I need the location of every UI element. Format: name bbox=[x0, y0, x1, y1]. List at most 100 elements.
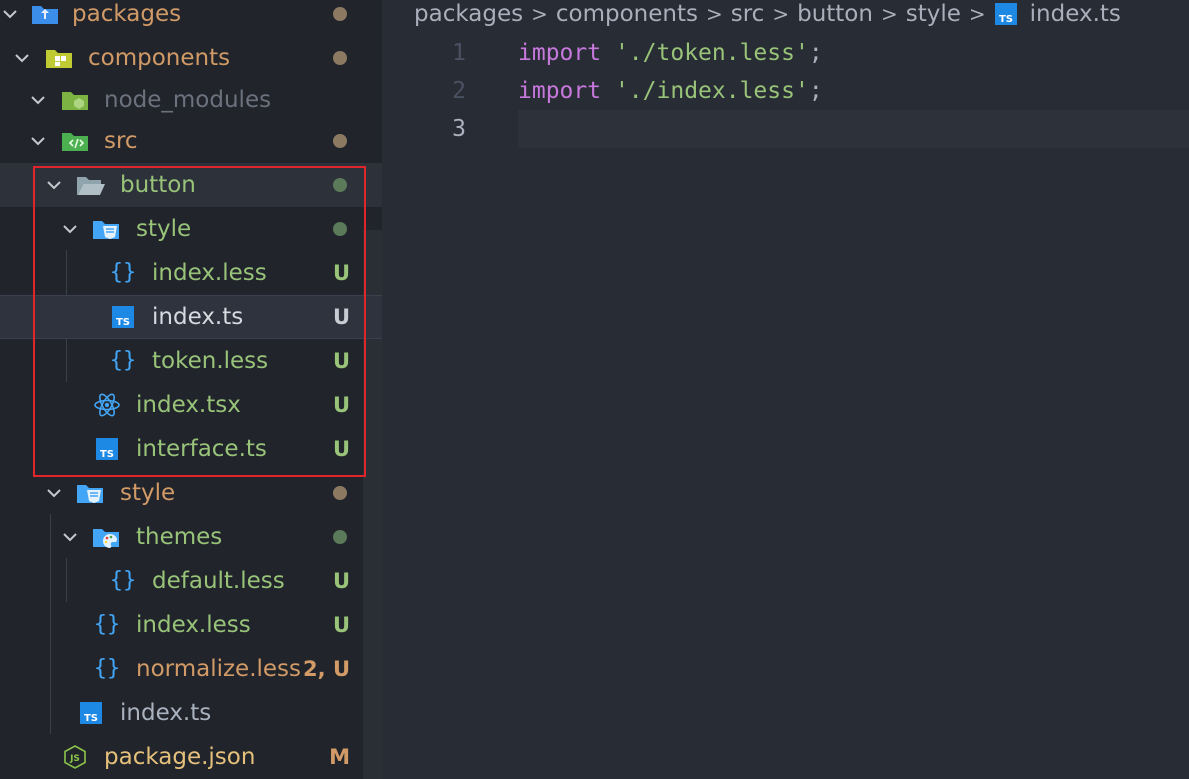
svg-text:JS: JS bbox=[69, 754, 80, 764]
folder-open-gray-icon bbox=[74, 163, 108, 207]
folder-style-icon bbox=[90, 207, 124, 251]
line-number: 2 bbox=[452, 78, 466, 104]
typescript-icon: TS bbox=[106, 295, 140, 339]
tree-row-label: normalize.less bbox=[136, 656, 302, 682]
code-string: './index.less' bbox=[614, 78, 809, 104]
braces-icon: {} bbox=[93, 656, 121, 681]
tree-row-packages[interactable]: packages bbox=[0, 0, 382, 36]
svg-text:TS: TS bbox=[999, 14, 1013, 25]
modified-dot-icon bbox=[333, 486, 347, 500]
code-keyword: import bbox=[518, 40, 602, 66]
tree-row-label: index.less bbox=[152, 260, 267, 286]
untracked-dot-icon bbox=[333, 178, 347, 192]
tree-row-label: packages bbox=[72, 1, 182, 27]
tree-row-label: style bbox=[120, 480, 176, 506]
git-status-badge: M bbox=[329, 745, 350, 769]
breadcrumb-item[interactable]: button bbox=[797, 1, 873, 27]
folder-open-blue-icon bbox=[28, 0, 62, 36]
tree-row-button[interactable]: button bbox=[0, 163, 382, 207]
untracked-dot-icon bbox=[333, 530, 347, 544]
chevron-down-icon bbox=[28, 119, 48, 163]
git-status-badge: U bbox=[332, 305, 350, 329]
chevron-right-icon: > bbox=[531, 2, 548, 26]
tree-row-label: index.ts bbox=[152, 304, 244, 330]
tree-row-label: components bbox=[88, 45, 231, 71]
untracked-dot-icon bbox=[333, 222, 347, 236]
breadcrumb-item[interactable]: packages bbox=[414, 1, 523, 27]
chevron-right-icon: > bbox=[705, 2, 723, 26]
chevron-down-icon bbox=[12, 36, 32, 80]
braces-icon: {} bbox=[109, 568, 137, 593]
svg-text:TS: TS bbox=[116, 317, 130, 328]
chevron-down-icon bbox=[44, 163, 64, 207]
code-line-active[interactable]: 3 bbox=[382, 110, 1189, 148]
braces-icon: {} bbox=[93, 612, 121, 637]
tree-row-token-less[interactable]: {} token.less U bbox=[0, 339, 382, 383]
code-string: './token.less' bbox=[614, 40, 809, 66]
code-keyword: import bbox=[518, 78, 602, 104]
tree-row-package-json[interactable]: JS package.json M bbox=[0, 735, 382, 779]
typescript-icon: TS bbox=[90, 427, 124, 471]
code-editor[interactable]: 1 import './token.less'; 2 import './ind… bbox=[382, 34, 1189, 779]
tree-row-index-less[interactable]: {} index.less U bbox=[0, 603, 382, 647]
tree-row-style[interactable]: style bbox=[0, 471, 382, 515]
code-text: import './index.less'; bbox=[518, 72, 823, 110]
folder-node-icon bbox=[58, 78, 92, 122]
breadcrumb-item[interactable]: style bbox=[906, 1, 961, 27]
chevron-down-icon bbox=[44, 471, 64, 515]
folder-style-icon bbox=[74, 471, 108, 515]
git-status-badge: U bbox=[332, 437, 350, 461]
active-line-highlight bbox=[518, 110, 1189, 148]
tree-row-style[interactable]: style bbox=[0, 207, 382, 251]
braces-icon: {} bbox=[109, 260, 137, 285]
modified-dot-icon bbox=[333, 51, 347, 65]
tree-row-label: package.json bbox=[104, 744, 256, 770]
chevron-right-icon: > bbox=[880, 2, 898, 26]
tree-row-normalize-less[interactable]: {} normalize.less 2, U bbox=[0, 647, 382, 691]
breadcrumb: packages > components > src > button > s… bbox=[414, 0, 1121, 28]
breadcrumb-item[interactable]: components bbox=[556, 1, 698, 27]
tree-row-index-less[interactable]: {} index.less U bbox=[0, 251, 382, 295]
chevron-down-icon bbox=[28, 78, 48, 122]
tree-row-default-less[interactable]: {} default.less U bbox=[0, 559, 382, 603]
modified-dot-icon bbox=[333, 7, 347, 21]
tree-row-label: interface.ts bbox=[136, 436, 267, 462]
explorer-sidebar: packages components node_modules src but… bbox=[0, 0, 382, 779]
git-status-badge: U bbox=[332, 569, 350, 593]
chevron-right-icon: > bbox=[772, 2, 790, 26]
typescript-icon: TS bbox=[994, 2, 1018, 26]
code-punctuation: ; bbox=[808, 40, 823, 66]
modified-dot-icon bbox=[333, 134, 347, 148]
tree-row-index-tsx[interactable]: index.tsx U bbox=[0, 383, 382, 427]
git-status-badge: U bbox=[332, 613, 350, 637]
tree-row-label: themes bbox=[136, 524, 223, 550]
code-line[interactable]: 2 import './index.less'; bbox=[382, 72, 1189, 110]
folder-open-yellow-icon bbox=[42, 36, 76, 80]
tree-row-label: index.ts bbox=[120, 700, 212, 726]
line-number: 1 bbox=[452, 40, 466, 66]
chevron-right-icon: > bbox=[968, 2, 986, 26]
breadcrumb-item-current[interactable]: index.ts bbox=[1030, 1, 1121, 27]
tree-row-interface-ts[interactable]: TS interface.ts U bbox=[0, 427, 382, 471]
braces-icon: {} bbox=[109, 348, 137, 373]
tree-row-index-ts-selected[interactable]: TS index.ts U bbox=[0, 295, 382, 339]
tree-row-index-ts[interactable]: TS index.ts bbox=[0, 691, 382, 735]
tree-row-label: token.less bbox=[152, 348, 269, 374]
tree-row-src[interactable]: src bbox=[0, 119, 382, 163]
tree-row-label: node_modules bbox=[104, 87, 272, 113]
folder-themes-icon bbox=[90, 515, 124, 559]
tree-row-components[interactable]: components bbox=[0, 36, 382, 80]
tree-row-node-modules[interactable]: node_modules bbox=[0, 78, 382, 122]
tree-row-label: index.tsx bbox=[136, 392, 241, 418]
react-icon bbox=[90, 383, 124, 427]
git-status-badge: U bbox=[332, 393, 350, 417]
chevron-down-icon bbox=[60, 515, 80, 559]
chevron-down-icon bbox=[0, 0, 20, 36]
tree-row-themes[interactable]: themes bbox=[0, 515, 382, 559]
code-line[interactable]: 1 import './token.less'; bbox=[382, 34, 1189, 72]
breadcrumb-item[interactable]: src bbox=[731, 1, 765, 27]
tree-row-label: index.less bbox=[136, 612, 251, 638]
code-text: import './token.less'; bbox=[518, 34, 823, 72]
git-status-badge: 2, U bbox=[303, 657, 350, 681]
line-number: 3 bbox=[452, 116, 466, 142]
